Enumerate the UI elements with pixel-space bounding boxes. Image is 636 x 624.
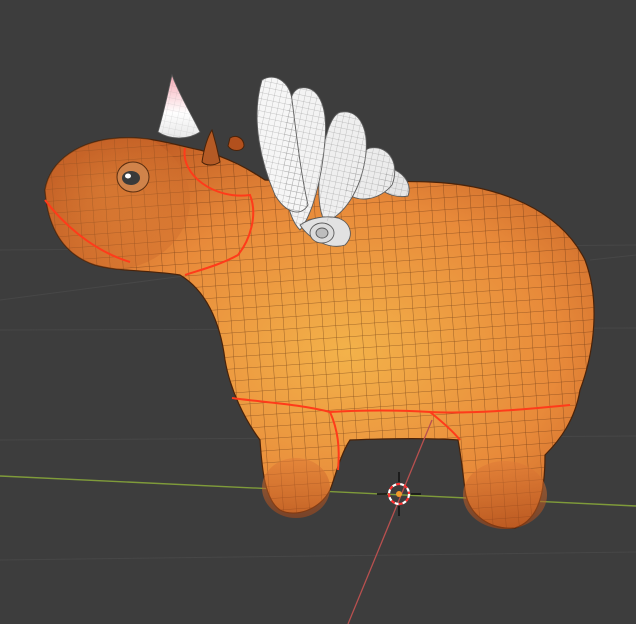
- eye: [116, 161, 150, 193]
- front-leg: [262, 458, 330, 518]
- hind-leg: [463, 461, 547, 529]
- small-horn: [201, 128, 221, 166]
- wireframe-overlay: [45, 137, 595, 529]
- 3d-viewport[interactable]: [0, 0, 636, 624]
- ear: [227, 135, 245, 151]
- viewport-canvas[interactable]: [0, 0, 636, 624]
- capybara-model[interactable]: [0, 0, 636, 624]
- y-axis-line: [347, 419, 433, 624]
- 3d-cursor-icon[interactable]: [377, 472, 421, 516]
